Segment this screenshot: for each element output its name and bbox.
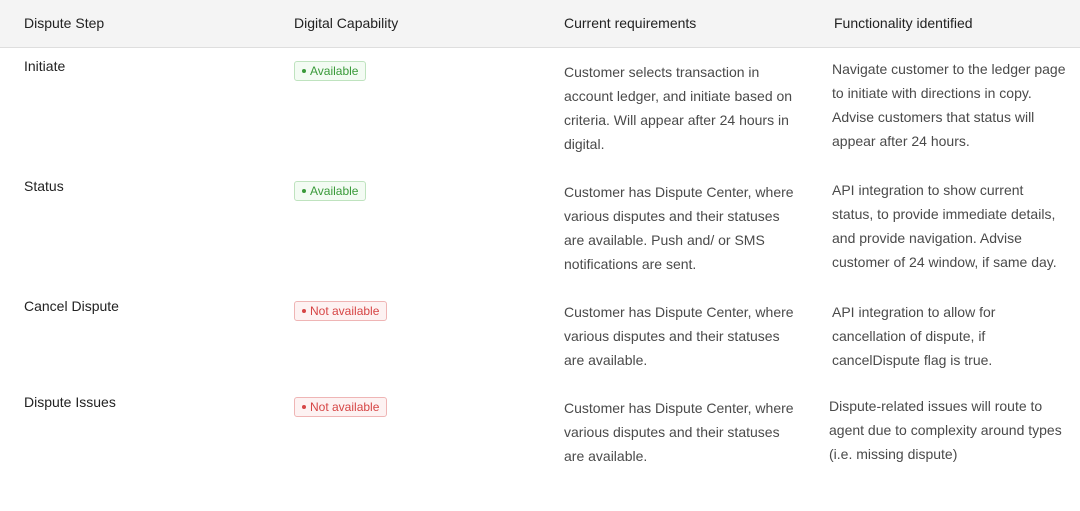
- functionality-cell: API integration to show current status, …: [832, 182, 1057, 270]
- status-dot-icon: [302, 405, 306, 409]
- header-functionality-identified: Functionality identified: [834, 15, 973, 31]
- requirements-cell: Customer selects transaction in account …: [564, 64, 793, 152]
- status-badge: Not available: [294, 301, 388, 321]
- dispute-table: Dispute Step Digital Capability Current …: [0, 0, 1080, 511]
- table-header: Dispute Step Digital Capability Current …: [0, 0, 1080, 48]
- status-badge-label: Not available: [310, 400, 380, 414]
- header-dispute-step: Dispute Step: [24, 15, 105, 31]
- dispute-step-cell: Dispute Issues: [24, 394, 116, 410]
- status-badge: Not available: [294, 397, 388, 417]
- status-dot-icon: [302, 309, 306, 313]
- status-badge-label: Available: [310, 64, 359, 78]
- header-digital-capability: Digital Capability: [294, 15, 399, 31]
- status-badge: Available: [294, 61, 367, 81]
- requirements-cell: Customer has Dispute Center, where vario…: [564, 304, 794, 368]
- requirements-cell: Customer has Dispute Center, where vario…: [564, 400, 794, 464]
- status-badge-label: Not available: [310, 304, 380, 318]
- functionality-cell: Navigate customer to the ledger page to …: [832, 61, 1066, 149]
- dispute-step-cell: Initiate: [24, 58, 66, 74]
- requirements-cell: Customer has Dispute Center, where vario…: [564, 184, 794, 272]
- status-badge-label: Available: [310, 184, 359, 198]
- dispute-step-cell: Status: [24, 178, 64, 194]
- dispute-step-cell: Cancel Dispute: [24, 298, 119, 314]
- functionality-cell: API integration to allow for cancellatio…: [832, 304, 996, 368]
- header-current-requirements: Current requirements: [564, 15, 697, 31]
- functionality-cell: Dispute-related issues will route to age…: [829, 398, 1062, 462]
- status-badge: Available: [294, 181, 367, 201]
- status-dot-icon: [302, 189, 306, 193]
- status-dot-icon: [302, 69, 306, 73]
